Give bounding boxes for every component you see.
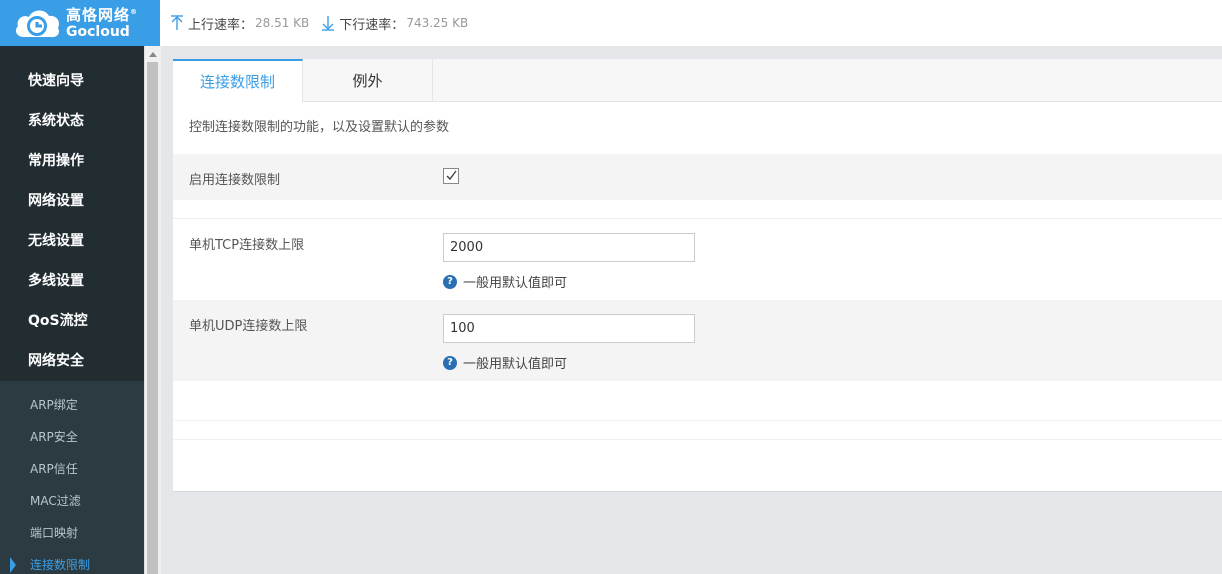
download-arrow-icon <box>322 16 335 31</box>
upload-arrow-icon <box>171 15 183 30</box>
udp-limit-input[interactable] <box>443 314 695 343</box>
sidebar-item-common-operations[interactable]: 常用操作 <box>0 141 144 181</box>
tcp-hint-text: 一般用默认值即可 <box>463 276 568 291</box>
tab-exceptions[interactable]: 例外 <box>303 59 433 101</box>
download-speed: 下行速率： 743.25 KB <box>321 14 468 33</box>
logo-en-text: Gocloud <box>66 23 130 40</box>
udp-hint-text: 一般用默认值即可 <box>463 357 568 372</box>
sidebar-item-system-status[interactable]: 系统状态 <box>0 101 144 141</box>
tab-connection-limit[interactable]: 连接数限制 <box>173 59 303 102</box>
sidebar-subitem-arp-security[interactable]: ARP安全 <box>0 421 144 453</box>
network-security-submenu: ARP绑定 ARP安全 ARP信任 MAC过滤 端口映射 连接数限制 <box>0 381 144 574</box>
enable-checkbox[interactable] <box>443 168 459 184</box>
download-speed-label: 下行速率： <box>339 17 405 33</box>
scroll-up-arrow-icon[interactable] <box>145 46 161 62</box>
tcp-limit-input[interactable] <box>443 233 695 262</box>
tcp-hint: ? 一般用默认值即可 <box>443 272 567 291</box>
cloud-logo-icon <box>16 10 60 38</box>
scrollbar-thumb[interactable] <box>147 62 158 574</box>
registered-mark: ® <box>130 7 139 16</box>
logo[interactable]: 高恪网络® Gocloud <box>0 0 160 46</box>
page-description: 控制连接数限制的功能，以及设置默认的参数 <box>189 120 450 135</box>
sidebar-subitem-arp-trust[interactable]: ARP信任 <box>0 453 144 485</box>
upload-speed-value: 28.51 KB <box>255 16 310 30</box>
udp-limit-label: 单机UDP连接数上限 <box>189 319 308 334</box>
sidebar-subitem-arp-binding[interactable]: ARP绑定 <box>0 389 144 421</box>
tcp-limit-row: 单机TCP连接数上限 ? 一般用默认值即可 <box>173 219 1222 300</box>
help-icon[interactable]: ? <box>443 274 457 289</box>
tab-bar: 连接数限制 例外 <box>173 59 1222 102</box>
sidebar-subitem-connection-limit[interactable]: 连接数限制 <box>0 549 144 574</box>
udp-limit-row: 单机UDP连接数上限 ? 一般用默认值即可 <box>173 300 1222 381</box>
main-panel: 连接数限制 例外 控制连接数限制的功能，以及设置默认的参数 启用连接数限制 单机… <box>173 59 1222 492</box>
sidebar-item-wireless-settings[interactable]: 无线设置 <box>0 221 144 261</box>
sidebar-subitem-mac-filter[interactable]: MAC过滤 <box>0 485 144 517</box>
sidebar-subitem-port-mapping[interactable]: 端口映射 <box>0 517 144 549</box>
upload-speed: 上行速率： 28.51 KB <box>170 14 309 33</box>
udp-hint: ? 一般用默认值即可 <box>443 353 567 372</box>
checkmark-icon <box>446 170 457 181</box>
download-speed-value: 743.25 KB <box>406 16 469 30</box>
sidebar-item-multiline-settings[interactable]: 多线设置 <box>0 261 144 301</box>
sidebar-item-qos[interactable]: QoS流控 <box>0 301 144 341</box>
bottom-dividers <box>173 402 1222 440</box>
sidebar-item-quick-guide[interactable]: 快速向导 <box>0 61 144 101</box>
sidebar-scrollbar[interactable] <box>144 46 161 574</box>
sidebar-item-network-security[interactable]: 网络安全 <box>0 341 144 381</box>
sidebar: 快速向导 系统状态 常用操作 网络设置 无线设置 多线设置 QoS流控 网络安全… <box>0 46 144 574</box>
topbar: 上行速率： 28.51 KB 下行速率： 743.25 KB <box>160 0 1222 46</box>
help-icon[interactable]: ? <box>443 355 457 370</box>
sidebar-item-network-settings[interactable]: 网络设置 <box>0 181 144 221</box>
tcp-limit-label: 单机TCP连接数上限 <box>189 238 305 253</box>
enable-row: 启用连接数限制 <box>173 154 1222 200</box>
logo-cn-text: 高恪网络 <box>66 5 131 24</box>
upload-speed-label: 上行速率： <box>188 17 254 33</box>
enable-label: 启用连接数限制 <box>189 173 281 188</box>
